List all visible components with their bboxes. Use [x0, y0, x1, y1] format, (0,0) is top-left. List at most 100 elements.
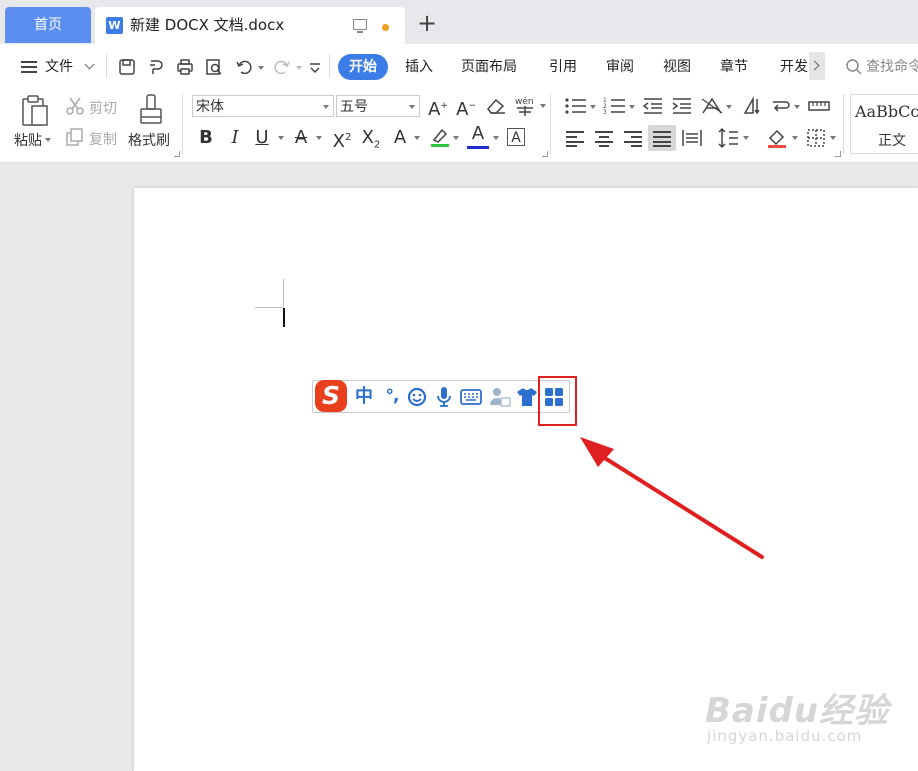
shading-icon[interactable]	[766, 127, 788, 149]
customize-toolbar-icon[interactable]	[306, 58, 324, 76]
chinese-layout-icon[interactable]	[700, 96, 724, 116]
keyboard-icon[interactable]	[460, 388, 482, 406]
borders-dropdown-icon[interactable]	[830, 136, 836, 140]
font-size-value: 五号	[340, 99, 368, 115]
print-icon[interactable]	[176, 58, 194, 76]
chevron-down-icon[interactable]	[84, 59, 95, 70]
tab-insert[interactable]: 插入	[405, 44, 433, 90]
align-center-icon[interactable]	[595, 130, 613, 147]
font-color-icon[interactable]: A	[467, 122, 489, 149]
strikethrough-dropdown-icon[interactable]	[316, 136, 322, 140]
line-spacing-dropdown-icon[interactable]	[743, 136, 749, 140]
font-size-select[interactable]: 五号	[336, 95, 420, 117]
format-painter-label[interactable]: 格式刷	[128, 130, 170, 150]
ribbon: 粘贴 剪切 复制 格式刷 宋体 五号 A+ A− wén B I U A X2 …	[0, 88, 918, 163]
paste-button-label[interactable]: 粘贴	[14, 130, 42, 150]
menu-icon[interactable]	[21, 61, 37, 73]
shrink-font-icon[interactable]: A−	[455, 94, 477, 122]
save-icon[interactable]	[118, 58, 136, 76]
menu-bar: 文件 开始 插入 页面布局 引用 审阅 视图 章节 开发 查找命令	[0, 44, 918, 88]
sogou-logo-icon[interactable]: S	[315, 380, 347, 412]
font-group-launcher[interactable]	[542, 151, 548, 157]
clipboard-group-launcher[interactable]	[174, 151, 180, 157]
align-right-icon[interactable]	[624, 130, 642, 147]
font-color-dropdown-icon[interactable]	[493, 136, 499, 140]
tshirt-icon[interactable]	[516, 387, 538, 407]
style-name-label: 正文	[878, 133, 906, 149]
ime-toolbar[interactable]: S 中 °,	[312, 380, 570, 413]
bold-icon[interactable]: B	[196, 126, 216, 150]
more-tabs-button[interactable]	[809, 52, 825, 80]
tab-chapter[interactable]: 章节	[720, 44, 748, 90]
ime-punctuation-toggle[interactable]: °,	[381, 381, 403, 412]
search-placeholder: 查找命令	[866, 59, 918, 75]
phonetic-dropdown-icon[interactable]	[540, 104, 546, 108]
clear-format-icon[interactable]	[485, 97, 507, 115]
char-border-icon[interactable]: A	[507, 128, 525, 146]
paragraph-group-launcher[interactable]	[835, 151, 841, 157]
bullets-dropdown-icon[interactable]	[590, 105, 596, 109]
highlight-box	[538, 376, 577, 426]
numbering-icon[interactable]: 123	[603, 96, 627, 116]
unsaved-dot-icon	[382, 24, 389, 31]
numbering-dropdown-icon[interactable]	[629, 105, 635, 109]
distributed-align-icon[interactable]	[681, 128, 703, 148]
margin-corner-mark	[283, 279, 284, 307]
grow-font-icon[interactable]: A+	[427, 94, 449, 122]
new-tab-button[interactable]: +	[416, 11, 438, 35]
font-name-select[interactable]: 宋体	[192, 95, 334, 117]
file-menu[interactable]: 文件	[45, 44, 73, 90]
format-painter-icon[interactable]	[139, 93, 163, 127]
underline-dropdown-icon[interactable]	[278, 136, 284, 140]
print-preview-icon[interactable]	[205, 58, 223, 76]
undo-dropdown-icon[interactable]	[258, 66, 264, 70]
undo-icon[interactable]	[235, 58, 253, 76]
emoji-icon[interactable]	[407, 387, 427, 407]
style-normal[interactable]: AaBbCcI 正文	[850, 94, 918, 154]
monitor-icon[interactable]	[353, 19, 367, 33]
home-tab[interactable]: 首页	[5, 7, 91, 43]
highlight-color-icon[interactable]	[429, 126, 451, 148]
skin-user-icon[interactable]	[489, 386, 511, 408]
chinese-layout-dropdown-icon[interactable]	[726, 105, 732, 109]
subscript-icon[interactable]: X2	[359, 126, 383, 158]
highlight-dropdown-icon[interactable]	[453, 136, 459, 140]
ruler-icon[interactable]	[807, 97, 831, 115]
font-name-value: 宋体	[196, 99, 224, 115]
superscript-icon[interactable]: X2	[330, 126, 354, 154]
annotation-arrow	[580, 437, 764, 559]
margin-corner-mark	[255, 307, 283, 308]
tab-developer[interactable]: 开发	[780, 44, 809, 90]
strikethrough-icon[interactable]: A	[290, 126, 312, 150]
wps-writer-icon: W	[106, 17, 123, 34]
underline-icon[interactable]: U	[252, 126, 272, 150]
tab-references[interactable]: 引用	[549, 44, 577, 90]
microphone-icon[interactable]	[435, 386, 453, 408]
shading-dropdown-icon[interactable]	[792, 136, 798, 140]
phonetic-guide-icon[interactable]: wén	[514, 95, 538, 117]
decrease-indent-icon[interactable]	[642, 97, 664, 115]
copy-icon	[66, 128, 83, 146]
output-icon[interactable]	[147, 58, 165, 76]
line-break-icon[interactable]	[770, 97, 792, 115]
italic-icon[interactable]: I	[225, 126, 245, 150]
tab-home[interactable]: 开始	[338, 54, 388, 80]
ime-mode-toggle[interactable]: 中	[353, 381, 375, 412]
increase-indent-icon[interactable]	[671, 97, 693, 115]
align-left-icon[interactable]	[566, 130, 584, 147]
line-break-dropdown-icon[interactable]	[794, 105, 800, 109]
justify-button[interactable]	[648, 125, 676, 151]
text-direction-icon[interactable]	[742, 96, 764, 116]
paste-icon[interactable]	[20, 94, 50, 128]
paste-dropdown-icon[interactable]	[45, 138, 51, 142]
borders-icon[interactable]	[806, 128, 826, 148]
divider	[182, 94, 183, 154]
tab-review[interactable]: 审阅	[606, 44, 634, 90]
text-effect-icon[interactable]: A	[390, 126, 410, 150]
text-effect-dropdown-icon[interactable]	[414, 136, 420, 140]
document-tab[interactable]: W 新建 DOCX 文档.docx	[95, 7, 405, 44]
line-spacing-icon[interactable]	[717, 127, 739, 149]
tab-view[interactable]: 视图	[663, 44, 691, 90]
bullets-icon[interactable]	[564, 97, 588, 115]
tab-page-layout[interactable]: 页面布局	[461, 44, 517, 90]
